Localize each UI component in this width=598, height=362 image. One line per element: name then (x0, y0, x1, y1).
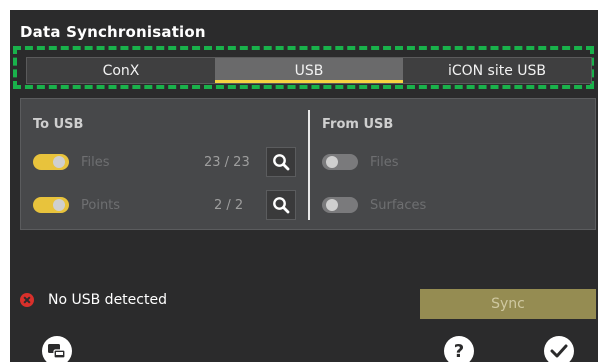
from-usb-title: From USB (322, 117, 394, 132)
help-icon[interactable]: ? (444, 336, 474, 362)
dialog-title: Data Synchronisation (20, 23, 206, 41)
toggle-knob (53, 156, 65, 168)
to-usb-points-toggle[interactable] (33, 197, 69, 213)
device-icon[interactable] (42, 336, 72, 362)
search-icon (273, 197, 290, 214)
sync-button[interactable]: Sync (420, 289, 596, 319)
to-usb-files-count: 23 / 23 (204, 155, 250, 170)
from-usb-surfaces-toggle[interactable] (322, 197, 358, 213)
usb-status-text: No USB detected (48, 292, 167, 308)
to-usb-files-label: Files (81, 155, 110, 170)
to-usb-points-count: 2 / 2 (214, 198, 244, 213)
search-points-button[interactable] (266, 190, 296, 220)
question-mark-icon: ? (453, 340, 465, 362)
toggle-knob (53, 199, 65, 211)
search-icon (273, 154, 290, 171)
to-usb-points-label: Points (81, 198, 121, 213)
from-usb-files-toggle[interactable] (322, 154, 358, 170)
tab-icon-site-usb[interactable]: iCON site USB (403, 58, 591, 83)
to-usb-files-toggle[interactable] (33, 154, 69, 170)
error-icon (20, 293, 34, 307)
tab-conx[interactable]: ConX (27, 58, 215, 83)
section-divider (308, 110, 310, 220)
tab-usb[interactable]: USB (215, 58, 403, 83)
toggle-knob (326, 199, 338, 211)
confirm-icon[interactable] (544, 336, 574, 362)
from-usb-surfaces-label: Surfaces (370, 198, 427, 213)
sync-options-panel: To USB From USB Files 23 / 23 Points 2 /… (20, 98, 596, 230)
sync-tab-bar: ConX USB iCON site USB (26, 57, 592, 84)
usb-status: No USB detected (20, 292, 167, 308)
toggle-knob (326, 156, 338, 168)
sync-dialog: Data Synchronisation ConX USB iCON site … (10, 10, 598, 362)
to-usb-title: To USB (33, 117, 84, 132)
device-glyph (48, 344, 66, 359)
check-icon (550, 344, 568, 358)
from-usb-files-label: Files (370, 155, 399, 170)
search-files-button[interactable] (266, 147, 296, 177)
